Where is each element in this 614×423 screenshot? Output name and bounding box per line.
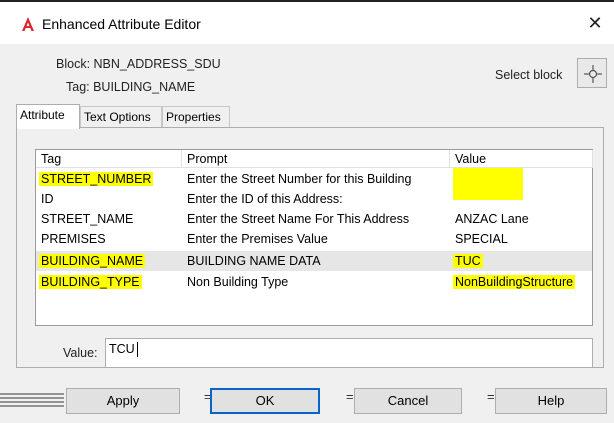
close-button[interactable]: ✕ xyxy=(584,12,606,34)
block-name-label: Block: NBN_ADDRESS_SDU xyxy=(56,57,221,71)
drag-grip-icon xyxy=(0,393,64,407)
column-header-value[interactable]: Value xyxy=(450,150,593,168)
value-input[interactable]: TCU xyxy=(105,338,593,368)
value-field-label: Value: xyxy=(63,346,98,360)
cancel-button[interactable]: Cancel xyxy=(354,388,462,414)
row-tag: BUILDING_NAME xyxy=(39,254,146,268)
row-prompt: Non Building Type xyxy=(187,275,289,289)
row-tag: STREET_NAME xyxy=(41,212,134,226)
select-block-button[interactable] xyxy=(577,58,607,88)
help-button[interactable]: Help xyxy=(495,388,607,414)
window-title: Enhanced Attribute Editor xyxy=(42,16,201,32)
attribute-grid[interactable]: Tag Prompt Value STREET_NUMBER Enter the… xyxy=(35,149,593,326)
row-tag: BUILDING_TYPE xyxy=(39,275,142,289)
close-icon: ✕ xyxy=(587,13,603,33)
tab-properties[interactable]: Properties xyxy=(162,106,230,128)
row-prompt: BUILDING NAME DATA xyxy=(187,254,321,268)
row-tag: ID xyxy=(41,192,54,206)
row-prompt: Enter the Street Name For This Address xyxy=(187,212,410,226)
equals-glyph: = xyxy=(487,389,495,404)
table-row[interactable]: ID Enter the ID of this Address: xyxy=(36,189,592,209)
title-bar: Enhanced Attribute Editor ✕ xyxy=(0,0,614,44)
column-header-tag[interactable]: Tag xyxy=(36,150,182,168)
ok-button[interactable]: OK xyxy=(210,388,320,414)
column-header-prompt[interactable]: Prompt xyxy=(182,150,450,168)
row-value: SPECIAL xyxy=(455,232,508,246)
tag-name-label: Tag: BUILDING_NAME xyxy=(66,80,196,94)
tab-attribute[interactable]: Attribute xyxy=(16,104,80,129)
row-value: ANZAC Lane xyxy=(455,212,529,226)
text-cursor xyxy=(137,342,138,357)
table-row[interactable]: PREMISES Enter the Premises Value SPECIA… xyxy=(36,229,592,249)
table-row[interactable]: BUILDING_TYPE Non Building Type NonBuild… xyxy=(36,272,592,292)
crosshair-pick-icon xyxy=(584,65,602,83)
equals-glyph: = xyxy=(346,389,354,404)
row-prompt: Enter the Premises Value xyxy=(187,232,328,246)
row-prompt: Enter the Street Number for this Buildin… xyxy=(187,172,412,186)
table-row-selected[interactable]: BUILDING_NAME BUILDING NAME DATA TUC xyxy=(36,251,592,271)
row-value: TUC xyxy=(453,254,483,268)
apply-button[interactable]: Apply xyxy=(66,388,180,414)
row-value: NonBuildingStructure xyxy=(453,275,576,289)
tab-text-options[interactable]: Text Options xyxy=(80,106,162,128)
attribute-panel: Tag Prompt Value STREET_NUMBER Enter the… xyxy=(16,127,604,368)
value-input-text: TCU xyxy=(109,342,135,356)
select-block-label: Select block xyxy=(495,68,563,82)
autocad-app-icon xyxy=(22,17,34,31)
row-prompt: Enter the ID of this Address: xyxy=(187,192,343,206)
row-tag: PREMISES xyxy=(41,232,106,246)
row-tag: STREET_NUMBER xyxy=(39,172,154,186)
table-row[interactable]: STREET_NUMBER Enter the Street Number fo… xyxy=(36,168,592,200)
table-row[interactable]: STREET_NAME Enter the Street Name For Th… xyxy=(36,209,592,229)
